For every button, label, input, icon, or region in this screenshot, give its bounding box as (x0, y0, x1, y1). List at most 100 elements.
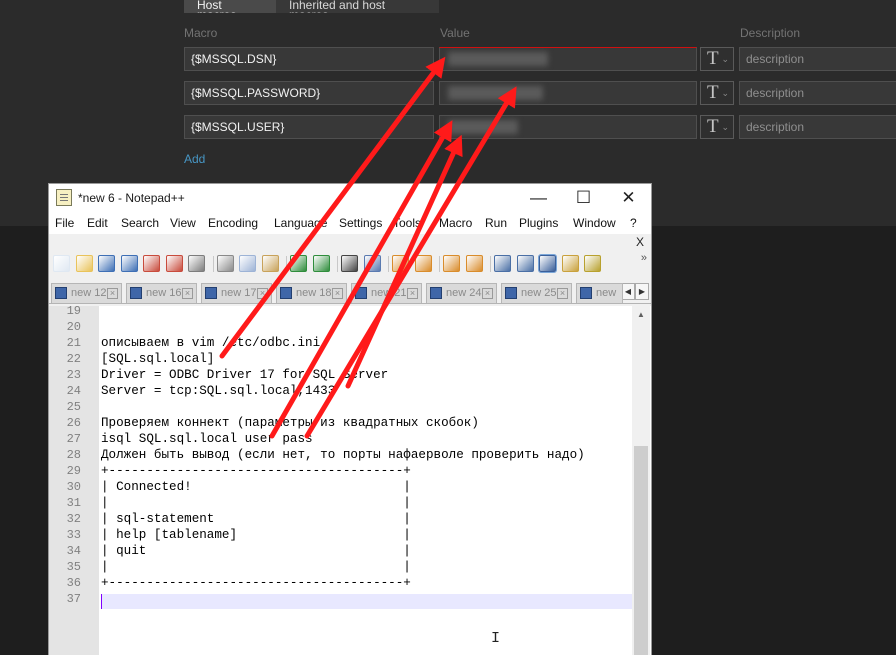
menu-item-tools[interactable]: Tools (393, 216, 421, 230)
current-line-highlight (101, 594, 632, 609)
vertical-scrollbar[interactable]: ▲ (632, 306, 650, 655)
menu-item-view[interactable]: View (170, 216, 196, 230)
saved-file-icon (55, 287, 67, 299)
chevron-down-icon: ⌄ (721, 88, 729, 98)
doc-map-icon[interactable] (561, 255, 579, 272)
chevron-down-icon: ⌄ (721, 54, 729, 64)
code-line: | | (101, 560, 411, 574)
tab-scroll-left-icon[interactable]: ◀ (621, 283, 635, 300)
file-tab[interactable]: new 21 × (351, 283, 422, 303)
saved-file-icon (505, 287, 517, 299)
close-all-icon[interactable] (165, 255, 183, 272)
value-type-select[interactable]: T ⌄ (700, 81, 734, 105)
file-tab[interactable]: new 18 × (276, 283, 347, 303)
tab-close-icon[interactable]: × (182, 288, 193, 299)
new-file-icon[interactable] (53, 255, 70, 272)
scroll-up-icon[interactable]: ▲ (632, 306, 650, 324)
tab-host-macros[interactable]: Host macros (184, 0, 276, 13)
toolbar-separator (337, 256, 338, 272)
save-icon[interactable] (98, 255, 115, 272)
show-all-chars-icon[interactable] (516, 255, 534, 272)
menu-bar: File Edit Search View Encoding Language Settin… (49, 214, 651, 234)
toolbar-separator (439, 256, 440, 272)
macro-name-input[interactable]: {$MSSQL.DSN} (184, 47, 434, 71)
close-button[interactable]: ✕ (606, 184, 651, 214)
description-input[interactable]: description (739, 47, 896, 71)
undo-icon[interactable] (290, 255, 307, 272)
tab-scroll-right-icon[interactable]: ▶ (635, 283, 649, 300)
file-tab[interactable]: new (576, 283, 623, 303)
function-list-icon[interactable] (584, 255, 601, 272)
menu-item-macro[interactable]: Macro (439, 216, 472, 230)
zoom-in-icon[interactable] (392, 255, 409, 272)
menu-item-edit[interactable]: Edit (87, 216, 108, 230)
line-number: 19 (66, 304, 81, 318)
print-icon[interactable] (188, 255, 205, 272)
macro-value-input[interactable] (439, 115, 697, 139)
sync-vertical-icon[interactable] (443, 255, 460, 272)
paste-icon[interactable] (261, 255, 279, 272)
tab-close-icon[interactable]: × (257, 288, 268, 299)
menu-item-plugins[interactable]: Plugins (519, 216, 558, 230)
tab-close-icon[interactable]: × (332, 288, 343, 299)
add-macro-link[interactable]: Add (184, 152, 205, 166)
macro-value-input[interactable] (439, 81, 697, 105)
scrollbar-thumb[interactable] (634, 446, 648, 655)
tab-close-icon[interactable]: × (557, 288, 568, 299)
macro-value-input[interactable] (439, 47, 697, 71)
file-tab[interactable]: new 12 × (51, 283, 122, 303)
toolbar-separator (490, 256, 491, 272)
indent-guide-icon[interactable] (538, 254, 557, 273)
copy-icon[interactable] (239, 255, 256, 272)
find-icon[interactable] (341, 255, 358, 272)
tab-close-icon[interactable]: × (107, 288, 118, 299)
saved-file-icon (130, 287, 142, 299)
open-file-icon[interactable] (75, 255, 93, 272)
file-tab-label: new (596, 287, 617, 299)
code-line: | help [tablename] | (101, 528, 411, 542)
tab-close-icon[interactable]: × (482, 288, 493, 299)
file-tab[interactable]: new 25 × (501, 283, 572, 303)
menu-close-icon[interactable]: X (636, 235, 644, 249)
save-all-icon[interactable] (120, 255, 138, 272)
cut-icon[interactable] (216, 255, 234, 272)
sync-horizontal-icon[interactable] (465, 255, 483, 272)
toolbar-separator (286, 256, 287, 272)
macro-name-input[interactable]: {$MSSQL.USER} (184, 115, 434, 139)
menu-item-encoding[interactable]: Encoding (208, 216, 258, 230)
saved-file-icon (355, 287, 367, 299)
macro-name-input[interactable]: {$MSSQL.PASSWORD} (184, 81, 434, 105)
value-type-select[interactable]: T ⌄ (700, 115, 734, 139)
menu-item-settings[interactable]: Settings (339, 216, 382, 230)
menu-item-language[interactable]: Language (274, 216, 327, 230)
line-number: 31 (66, 496, 81, 510)
menu-item-window[interactable]: Window (573, 216, 616, 230)
file-tab-label: new 16 (146, 287, 182, 299)
description-input[interactable]: description (739, 115, 896, 139)
line-number: 23 (66, 368, 81, 382)
replace-icon[interactable] (363, 255, 381, 272)
menu-item-search[interactable]: Search (121, 216, 159, 230)
saved-file-icon (205, 287, 217, 299)
file-tab[interactable]: new 16 × (126, 283, 197, 303)
close-file-icon[interactable] (143, 255, 160, 272)
word-wrap-icon[interactable] (494, 255, 511, 272)
value-type-select[interactable]: T ⌄ (700, 47, 734, 71)
menu-item-file[interactable]: File (55, 216, 74, 230)
code-area[interactable]: описываем в vim /etc/odbc.ini [SQL.sql.lo… (101, 306, 632, 655)
description-input[interactable]: description (739, 81, 896, 105)
code-line: | Connected! | (101, 480, 411, 494)
file-tab-label: new 21 (371, 287, 407, 299)
tab-close-icon[interactable]: × (407, 288, 418, 299)
menu-item-run[interactable]: Run (485, 216, 507, 230)
file-tab[interactable]: new 24 × (426, 283, 497, 303)
maximize-button[interactable]: ☐ (561, 184, 606, 214)
toolbar-overflow-icon[interactable]: » (641, 252, 647, 264)
file-tab[interactable]: new 17 × (201, 283, 272, 303)
zoom-out-icon[interactable] (414, 255, 432, 272)
tab-inherited-macros[interactable]: Inherited and host macros (276, 0, 439, 13)
menu-item-help[interactable]: ? (630, 216, 637, 230)
minimize-button[interactable]: — (516, 184, 561, 214)
editor-area[interactable]: 19 20 21 22 23 24 25 26 27 28 29 30 31 32 33 34 35 36 37 о… (49, 304, 651, 655)
redo-icon[interactable] (312, 255, 330, 272)
